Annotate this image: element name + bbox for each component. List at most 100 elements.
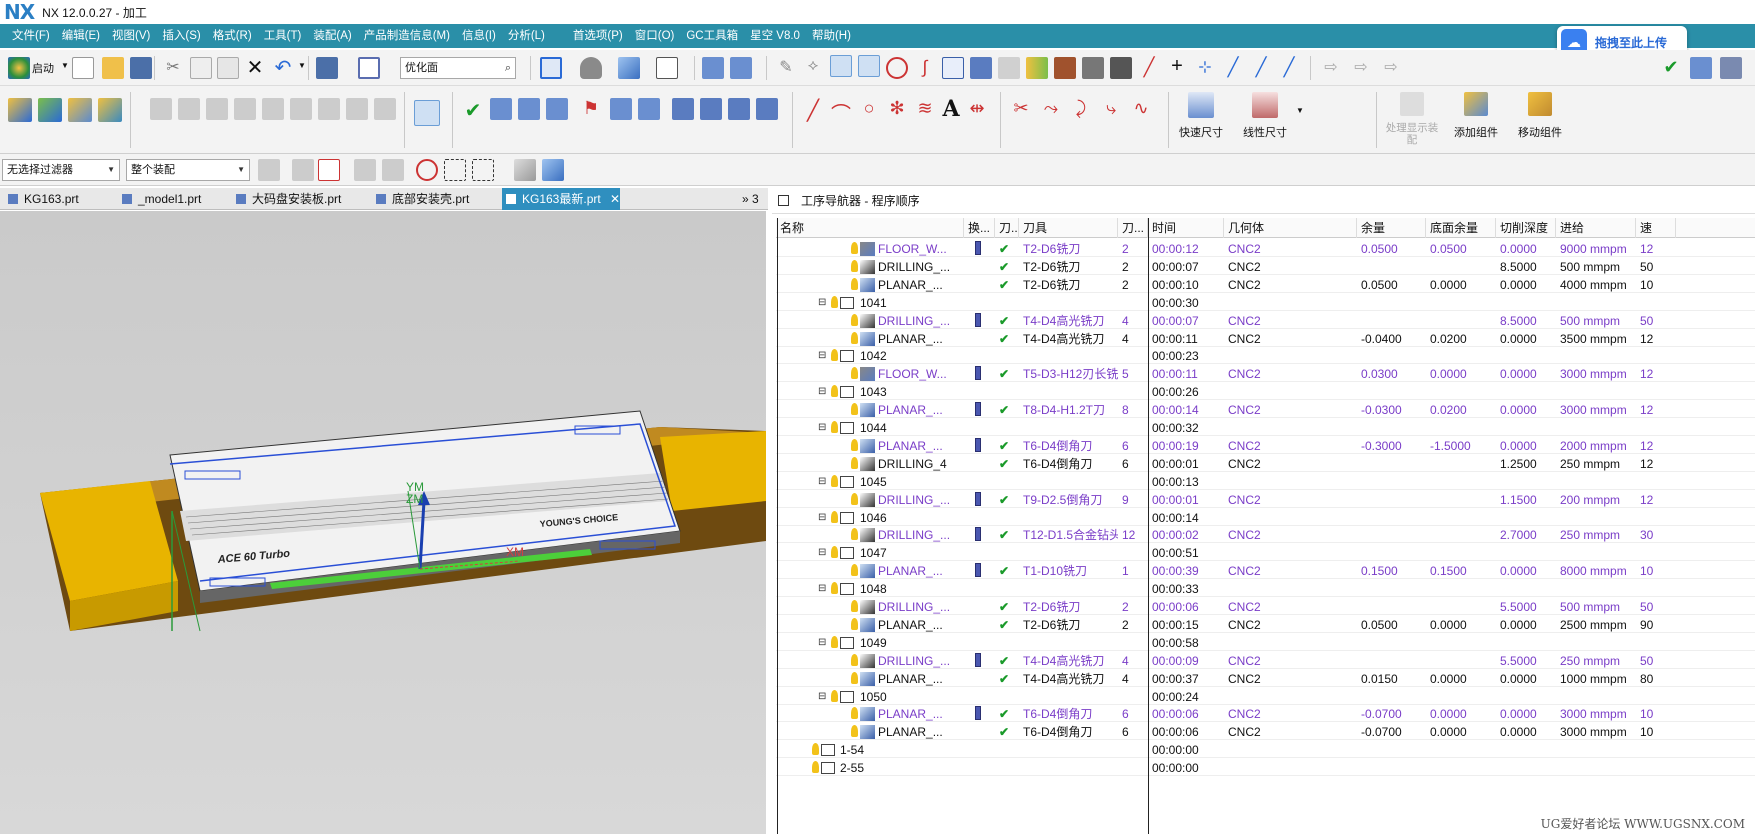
tab-3[interactable]: 大码盘安装板.prt — [232, 188, 368, 210]
open-folder-icon[interactable] — [102, 57, 124, 79]
rapid-dim-label[interactable]: 快速尺寸 — [1176, 124, 1226, 140]
menu-item[interactable]: 首选项(P) — [567, 24, 629, 48]
window-icon[interactable] — [358, 57, 380, 79]
menu-item[interactable]: 信息(I) — [456, 24, 502, 48]
text-icon[interactable]: A — [940, 96, 962, 118]
table-row[interactable]: PLANAR_...✔T2-D6铣刀2CNC20.05000.00000.000… — [776, 615, 1755, 633]
table-icon[interactable] — [942, 57, 964, 79]
table-row[interactable]: FLOOR_W...✔T2-D6铣刀2CNC20.05000.05000.000… — [776, 239, 1755, 257]
undo-icon[interactable]: ↶ — [272, 55, 294, 77]
table-row[interactable]: ⊟104100:00:30 — [776, 293, 1755, 311]
new-file-icon[interactable] — [72, 57, 94, 79]
collapse-icon[interactable]: ⊟ — [818, 425, 826, 431]
column-header-7[interactable]: 余量 — [1357, 218, 1426, 238]
collapse-icon[interactable]: ⊟ — [818, 586, 826, 592]
table-row[interactable]: ⊟104900:00:58 — [776, 633, 1755, 651]
column-header-0[interactable]: 名称 — [776, 218, 964, 238]
section-view-icon[interactable] — [702, 57, 724, 79]
graphics-viewport[interactable]: YM ZM XM ACE 60 Turbo YOUNG'S CHOICE — [0, 211, 766, 834]
point-icon[interactable] — [886, 57, 908, 79]
column-header-2[interactable]: 刀... — [995, 218, 1019, 238]
collapse-icon[interactable]: ⊟ — [818, 300, 826, 306]
table-row[interactable]: PLANAR_...✔T6-D4倒角刀6CNC2-0.07000.00000.0… — [776, 722, 1755, 740]
table-row[interactable]: DRILLING_...✔T2-D6铣刀2CNC28.5000500 mmpm5… — [776, 257, 1755, 275]
collapse-icon[interactable]: ⊟ — [818, 694, 826, 700]
face-filter-combo[interactable]: 优化面⌕ — [400, 57, 516, 79]
generate-toolpath-icon[interactable]: ✔ — [462, 98, 484, 120]
lasso-select-icon[interactable] — [472, 159, 494, 181]
datum-icon[interactable]: ⊹ — [1194, 57, 1216, 79]
toolpath-display-icon[interactable] — [830, 55, 852, 77]
assembly2-icon[interactable] — [1720, 57, 1742, 79]
tab-4[interactable]: 底部安装壳.prt — [372, 188, 498, 210]
sketch-line-icon[interactable]: ╱ — [802, 98, 824, 120]
plus-icon[interactable]: + — [1166, 55, 1188, 77]
assembly-icon[interactable] — [1690, 57, 1712, 79]
time-icon[interactable] — [728, 98, 750, 120]
filter-icon[interactable] — [318, 159, 340, 181]
tab-overflow[interactable]: » 3 — [738, 188, 759, 210]
object-edit-icon[interactable] — [374, 98, 396, 120]
selection-filter-combo[interactable]: 无选择过滤器▼ — [2, 159, 120, 181]
menu-item[interactable]: 装配(A) — [307, 24, 357, 48]
box-select-icon[interactable] — [444, 159, 466, 181]
table-row[interactable]: DRILLING_4✔T6-D4倒角刀6CNC21.2500250 mmpm12… — [776, 454, 1755, 472]
fit-view-icon[interactable] — [540, 57, 562, 79]
measure-icon[interactable] — [998, 57, 1020, 79]
table-row[interactable]: 2-5500:00:00 — [776, 758, 1755, 776]
toolpath-replay-icon[interactable] — [858, 55, 880, 77]
table-row[interactable]: PLANAR_...✔T6-D4倒角刀6CNC2-0.3000-1.50000.… — [776, 436, 1755, 454]
collapse-icon[interactable]: ⊟ — [818, 515, 826, 521]
process-display-icon[interactable] — [1400, 92, 1424, 116]
edit-object-icon[interactable] — [150, 98, 172, 120]
select3-icon[interactable]: ⇨ — [1380, 57, 1402, 79]
table-row[interactable]: PLANAR_...✔T1-D10铣刀1CNC20.15000.15000.00… — [776, 561, 1755, 579]
tool-icon[interactable] — [970, 57, 992, 79]
snap-end-icon[interactable] — [382, 159, 404, 181]
paste-icon[interactable] — [217, 57, 239, 79]
eraser-icon[interactable] — [514, 159, 536, 181]
point-select-icon[interactable] — [416, 159, 438, 181]
column-header-11[interactable]: 速 — [1636, 218, 1676, 238]
tab-5[interactable]: KG163最新.prt ✕ — [502, 188, 620, 210]
snap-mid-icon[interactable] — [354, 159, 376, 181]
menu-item[interactable]: 插入(S) — [156, 24, 206, 48]
menu-item[interactable]: 文件(F) — [6, 24, 56, 48]
line2-icon[interactable]: ╱ — [1222, 57, 1244, 79]
menu-item[interactable]: 工具(T) — [258, 24, 308, 48]
spline-icon[interactable]: ∿ — [1130, 98, 1152, 120]
column-header-10[interactable]: 进给 — [1556, 218, 1636, 238]
create-geometry-icon[interactable] — [68, 98, 92, 122]
background-icon[interactable] — [656, 57, 678, 79]
move-component-label[interactable]: 移动组件 — [1512, 124, 1568, 140]
close-tab-icon[interactable]: ✕ — [607, 192, 620, 206]
column-header-3[interactable]: 刀具 — [1019, 218, 1118, 238]
snap-icon[interactable]: ✎ — [775, 57, 797, 79]
table-row[interactable]: DRILLING_...✔T4-D4高光铣刀4CNC28.5000500 mmp… — [776, 311, 1755, 329]
fillet-icon[interactable]: ⤸ — [1070, 98, 1092, 120]
tab-1[interactable]: KG163.prt — [4, 188, 114, 210]
collapse-icon[interactable]: ⊟ — [818, 550, 826, 556]
column-header-4[interactable]: 刀... — [1118, 218, 1148, 238]
spindle-icon[interactable] — [1110, 57, 1132, 79]
collapse-icon[interactable]: ⊟ — [818, 389, 826, 395]
delete-icon[interactable]: ✕ — [244, 55, 266, 77]
copy-icon[interactable] — [190, 57, 212, 79]
snap2-icon[interactable]: ⟡ — [802, 57, 824, 79]
select-icon[interactable] — [258, 159, 280, 181]
object-list-icon[interactable] — [346, 98, 368, 120]
save-icon[interactable] — [130, 57, 152, 79]
start-icon[interactable] — [8, 57, 30, 79]
menu-item[interactable]: 格式(R) — [207, 24, 258, 48]
line-icon[interactable]: ╱ — [1138, 57, 1160, 79]
menu-item[interactable]: 窗口(O) — [629, 24, 681, 48]
save-as-icon[interactable] — [316, 57, 338, 79]
column-header-8[interactable]: 底面余量 — [1426, 218, 1496, 238]
rename-icon[interactable] — [290, 98, 312, 120]
create-program-icon[interactable] — [8, 98, 32, 122]
cube-icon[interactable] — [542, 159, 564, 181]
table-row[interactable]: ⊟104200:00:23 — [776, 346, 1755, 364]
table-row[interactable]: PLANAR_...✔T4-D4高光铣刀4CNC20.01500.00000.0… — [776, 669, 1755, 687]
table-row[interactable]: ⊟104500:00:13 — [776, 472, 1755, 490]
verify-icon[interactable]: ✔ — [1660, 57, 1682, 79]
